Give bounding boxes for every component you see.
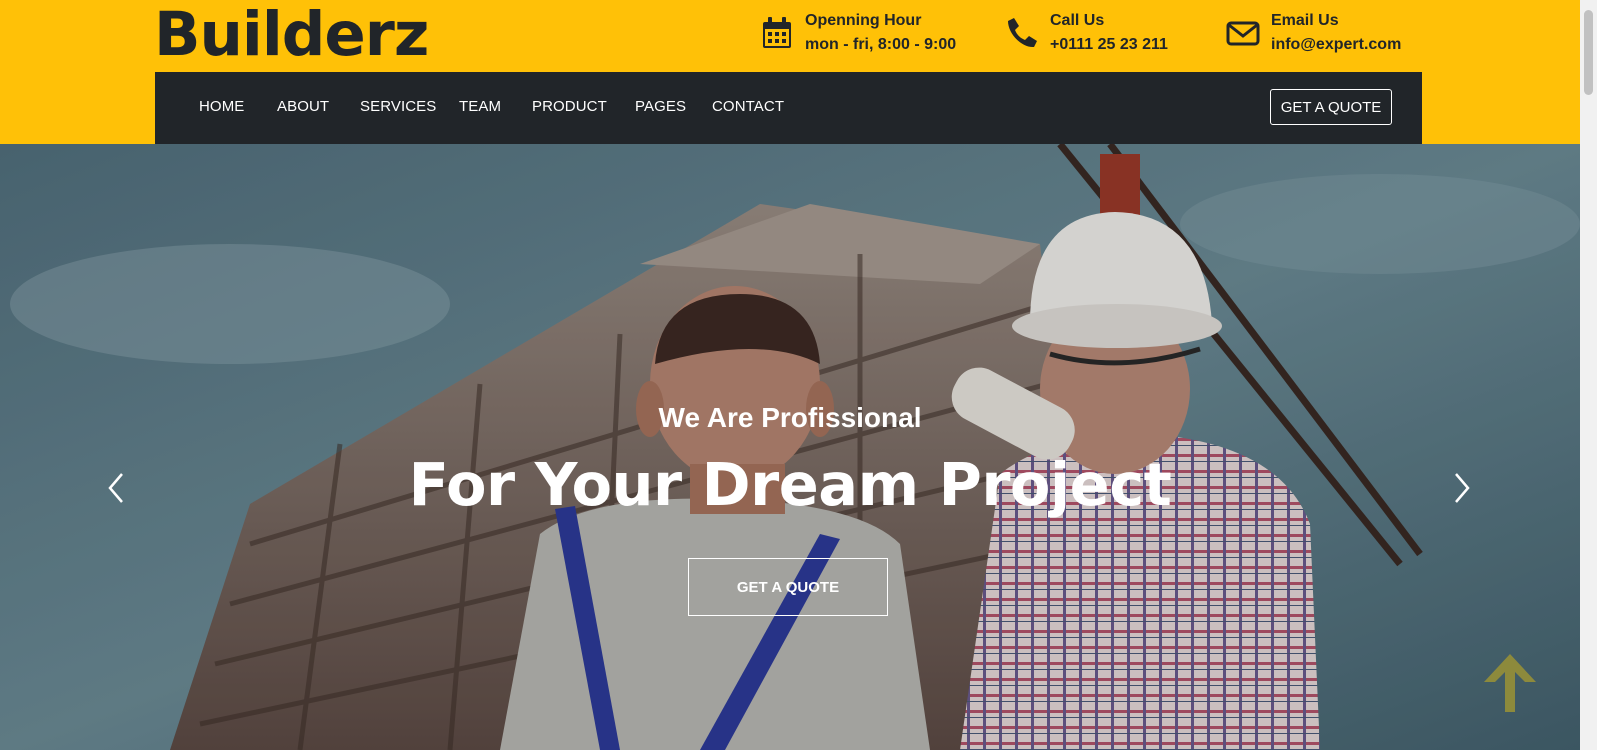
call-us-value[interactable]: +0111 25 23 211	[1050, 36, 1168, 54]
nav-services[interactable]: SERVICES	[360, 98, 436, 115]
hero-background-image	[0, 144, 1580, 750]
opening-hours-value: mon - fri, 8:00 - 9:00	[805, 36, 957, 53]
envelope-icon	[1226, 21, 1260, 46]
scrollbar-thumb[interactable]	[1584, 10, 1593, 95]
nav-contact[interactable]: CONTACT	[712, 98, 784, 115]
top-header: Builderz Openning Hour mon - fri, 8:00 -…	[0, 0, 1580, 144]
arrow-up-icon[interactable]	[1481, 652, 1539, 714]
chevron-left-icon[interactable]	[102, 468, 130, 508]
email-us-value[interactable]: info@expert.com	[1271, 36, 1401, 54]
get-quote-nav-button[interactable]: GET A QUOTE	[1270, 89, 1392, 125]
nav-product[interactable]: PRODUCT	[532, 98, 607, 115]
email-us-label: Email Us	[1271, 12, 1339, 29]
get-quote-hero-button[interactable]: GET A QUOTE	[688, 558, 888, 616]
main-navbar: HOME ABOUT SERVICES TEAM PRODUCT PAGES C…	[155, 72, 1422, 144]
nav-about[interactable]: ABOUT	[277, 98, 329, 115]
phone-icon	[1008, 18, 1037, 48]
nav-home[interactable]: HOME	[199, 98, 244, 115]
chevron-right-icon[interactable]	[1448, 468, 1476, 508]
brand-logo[interactable]: Builderz	[154, 0, 429, 72]
calendar-icon	[763, 17, 791, 48]
nav-team[interactable]: TEAM	[459, 98, 501, 115]
hero-subtitle: We Are Profissional	[658, 402, 922, 433]
call-us-label: Call Us	[1050, 12, 1105, 29]
opening-hours-label: Openning Hour	[805, 12, 922, 29]
nav-pages[interactable]: PAGES	[635, 98, 686, 115]
page-scrollbar[interactable]	[1580, 0, 1597, 750]
hero-title: For Your Dream Project	[408, 450, 1172, 519]
hero-carousel: We Are Profissional For Your Dream Proje…	[0, 144, 1580, 750]
